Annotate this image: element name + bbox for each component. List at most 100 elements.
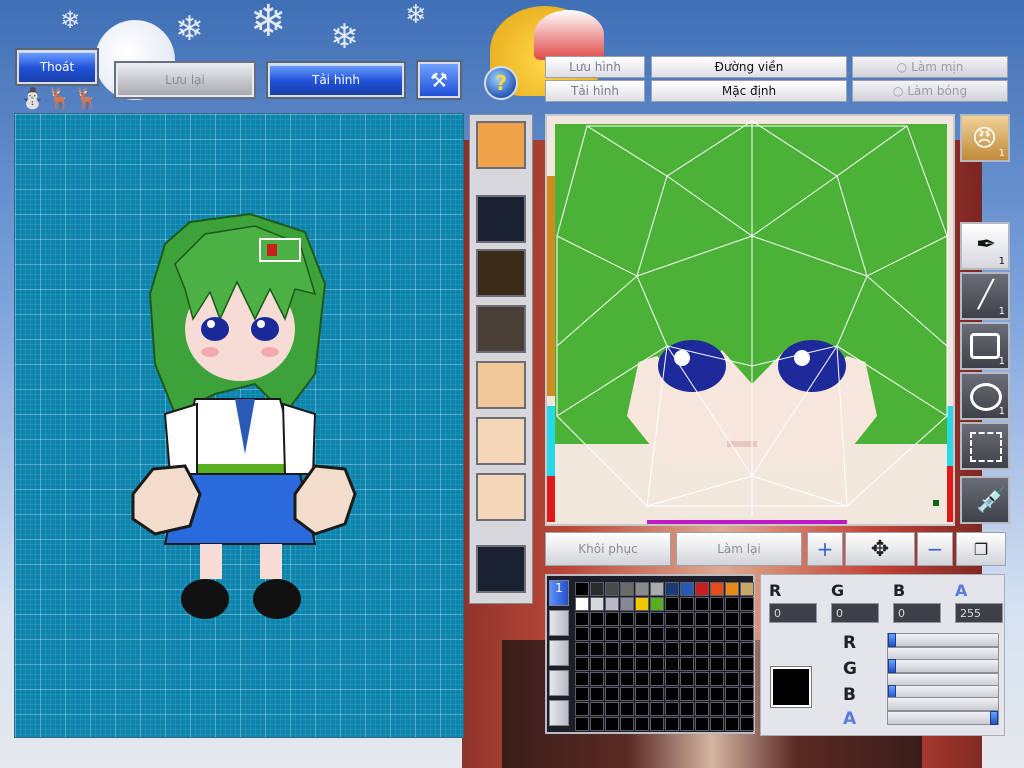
color-swatch[interactable] <box>665 597 679 611</box>
palette-tab-2[interactable] <box>549 610 569 636</box>
color-swatch[interactable] <box>605 612 619 626</box>
color-swatch[interactable] <box>635 612 649 626</box>
color-swatch[interactable] <box>605 597 619 611</box>
color-swatch[interactable] <box>620 582 634 596</box>
color-swatch[interactable] <box>620 717 634 731</box>
layer-button[interactable]: ❐ <box>956 532 1006 566</box>
color-swatch[interactable] <box>665 582 679 596</box>
color-swatch[interactable] <box>740 612 754 626</box>
color-swatch[interactable] <box>590 597 604 611</box>
color-swatch[interactable] <box>590 672 604 686</box>
color-swatch[interactable] <box>575 642 589 656</box>
color-swatch[interactable] <box>695 627 709 641</box>
color-swatch[interactable] <box>620 597 634 611</box>
character-preview-panel[interactable] <box>14 113 464 738</box>
color-swatch[interactable] <box>605 702 619 716</box>
part-thumb-body[interactable] <box>476 305 526 353</box>
color-swatch[interactable] <box>665 717 679 731</box>
color-swatch[interactable] <box>590 582 604 596</box>
zoom-out-button[interactable]: − <box>917 532 953 566</box>
color-swatch[interactable] <box>590 717 604 731</box>
color-swatch[interactable] <box>725 642 739 656</box>
redo-button[interactable]: Làm lại <box>676 532 802 566</box>
color-swatch[interactable] <box>635 672 649 686</box>
color-swatch[interactable] <box>635 627 649 641</box>
palette-tab-1[interactable]: 1 <box>549 580 569 606</box>
color-swatch[interactable] <box>695 612 709 626</box>
line-tool[interactable]: ╱ 1 <box>960 272 1010 320</box>
color-swatch[interactable] <box>665 642 679 656</box>
color-swatch[interactable] <box>680 612 694 626</box>
color-swatch[interactable] <box>680 717 694 731</box>
color-swatch[interactable] <box>740 702 754 716</box>
color-swatch[interactable] <box>740 672 754 686</box>
color-swatch[interactable] <box>740 597 754 611</box>
color-swatch[interactable] <box>635 687 649 701</box>
color-swatch[interactable] <box>635 717 649 731</box>
color-swatch[interactable] <box>740 627 754 641</box>
exit-button[interactable]: Thoát <box>15 48 99 86</box>
color-swatch[interactable] <box>605 672 619 686</box>
color-swatch[interactable] <box>605 582 619 596</box>
color-swatch[interactable] <box>575 717 589 731</box>
color-swatch[interactable] <box>650 597 664 611</box>
save-button[interactable]: Lưu lại <box>114 61 256 99</box>
color-swatch[interactable] <box>590 612 604 626</box>
color-swatch[interactable] <box>695 687 709 701</box>
tab-reload-image[interactable]: Tải hình <box>545 80 645 102</box>
color-swatch[interactable] <box>665 687 679 701</box>
color-swatch[interactable] <box>695 702 709 716</box>
palette-tab-3[interactable] <box>549 640 569 666</box>
color-swatch[interactable] <box>620 627 634 641</box>
color-swatch[interactable] <box>575 702 589 716</box>
help-button[interactable]: ? <box>484 66 518 100</box>
color-swatch[interactable] <box>620 642 634 656</box>
color-swatch[interactable] <box>650 702 664 716</box>
color-swatch[interactable] <box>725 627 739 641</box>
color-swatch[interactable] <box>680 642 694 656</box>
ellipse-tool[interactable]: 1 <box>960 372 1010 420</box>
color-swatch[interactable] <box>695 672 709 686</box>
alpha-slider[interactable] <box>887 711 999 725</box>
color-swatch[interactable] <box>590 642 604 656</box>
palette-tab-4[interactable] <box>549 670 569 696</box>
tab-default[interactable]: Mặc định <box>651 80 847 102</box>
green-slider[interactable] <box>887 659 999 673</box>
color-swatch[interactable] <box>575 597 589 611</box>
color-swatch[interactable] <box>680 597 694 611</box>
reload-image-button[interactable]: Tải hình <box>266 61 406 99</box>
blue-value-field[interactable]: 0 <box>893 603 941 623</box>
color-swatch[interactable] <box>590 657 604 671</box>
color-swatch[interactable] <box>650 627 664 641</box>
move-button[interactable]: ✥ <box>845 532 915 566</box>
color-swatch[interactable] <box>650 582 664 596</box>
color-swatch[interactable] <box>635 597 649 611</box>
zoom-in-button[interactable]: + <box>807 532 843 566</box>
color-swatch[interactable] <box>635 702 649 716</box>
color-swatch[interactable] <box>575 612 589 626</box>
selection-tool[interactable] <box>960 422 1010 470</box>
restore-button[interactable]: Khôi phục <box>545 532 671 566</box>
color-swatch[interactable] <box>605 687 619 701</box>
red-slider[interactable] <box>887 633 999 647</box>
color-swatch[interactable] <box>695 657 709 671</box>
color-swatch[interactable] <box>635 582 649 596</box>
color-swatch[interactable] <box>710 627 724 641</box>
color-swatch[interactable] <box>575 582 589 596</box>
color-swatch[interactable] <box>725 687 739 701</box>
color-swatch[interactable] <box>620 687 634 701</box>
color-swatch[interactable] <box>710 642 724 656</box>
color-swatch[interactable] <box>740 642 754 656</box>
green-slider-knob[interactable] <box>888 659 896 673</box>
alpha-slider-knob[interactable] <box>990 711 998 725</box>
color-swatch[interactable] <box>605 627 619 641</box>
color-swatch[interactable] <box>575 657 589 671</box>
color-swatch[interactable] <box>575 627 589 641</box>
part-thumb-head[interactable] <box>476 121 526 169</box>
color-swatch[interactable] <box>620 672 634 686</box>
color-swatch[interactable] <box>740 687 754 701</box>
color-swatch[interactable] <box>665 612 679 626</box>
color-swatch[interactable] <box>665 627 679 641</box>
color-swatch[interactable] <box>710 582 724 596</box>
color-swatch[interactable] <box>740 582 754 596</box>
